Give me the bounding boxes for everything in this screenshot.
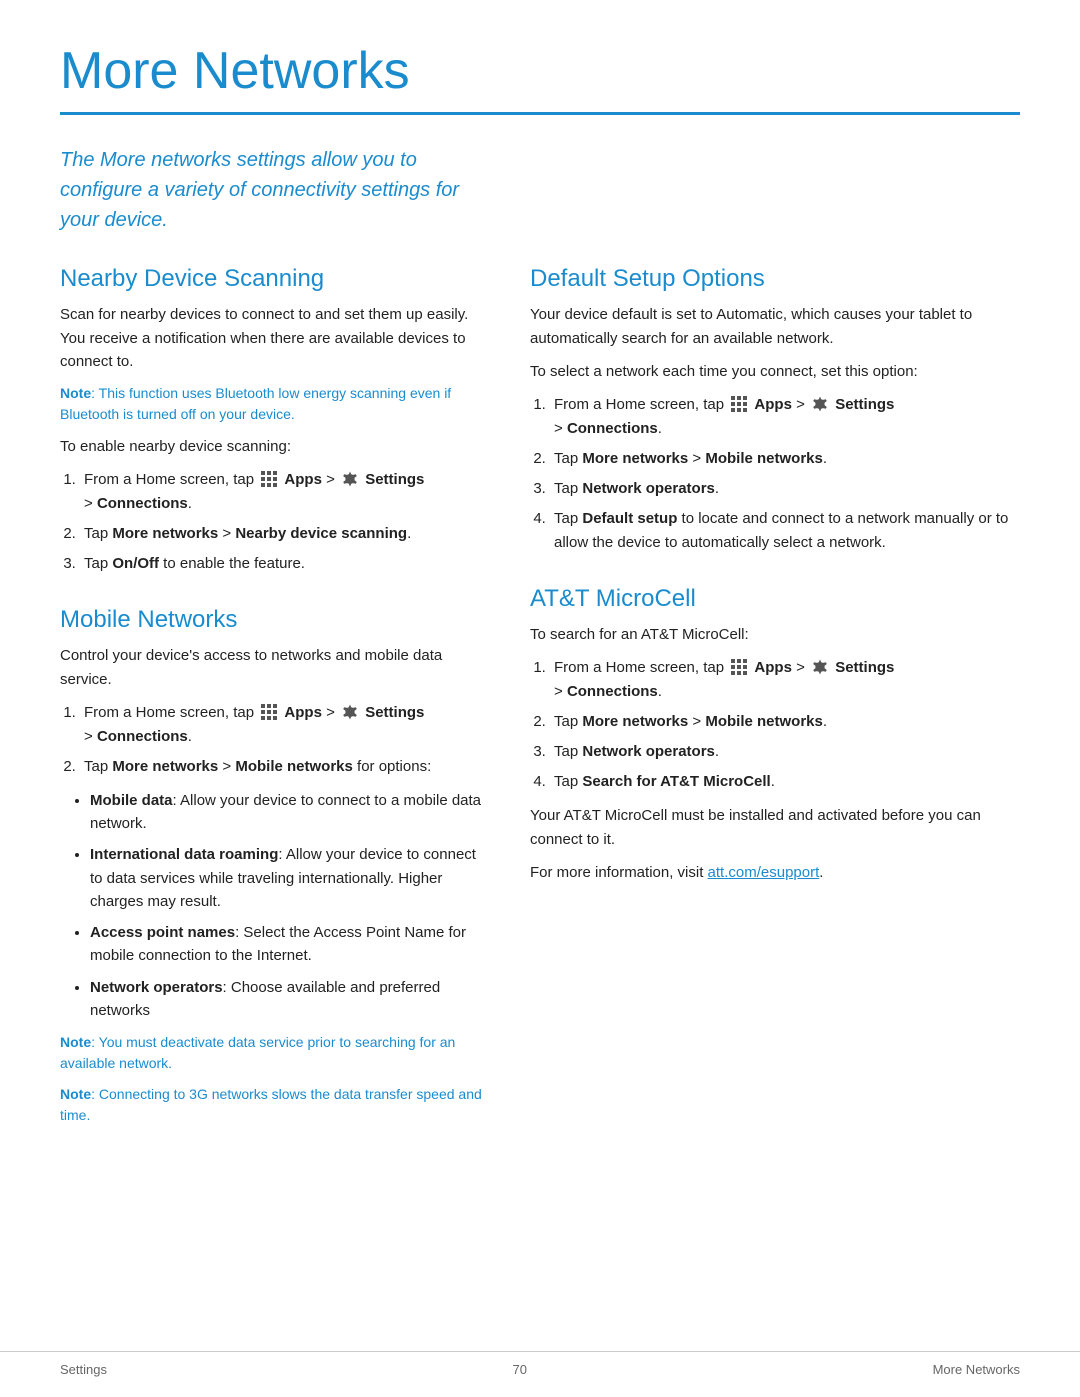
footer-center: 70: [513, 1362, 527, 1377]
nearby-note: Note: This function uses Bluetooth low e…: [60, 383, 490, 425]
section-title-nearby: Nearby Device Scanning: [60, 265, 490, 293]
settings-icon: [341, 470, 359, 488]
att-step-3: Tap Network operators.: [550, 740, 1020, 764]
att-step-2: Tap More networks > Mobile networks.: [550, 710, 1020, 734]
divider: [60, 112, 1020, 115]
mobile-bullet-list: Mobile data: Allow your device to connec…: [90, 789, 490, 1022]
mobile-data-item: Mobile data: Allow your device to connec…: [90, 789, 490, 836]
nearby-step-1: From a Home screen, tap Apps > Settings …: [80, 468, 490, 516]
default-setup-desc1: Your device default is set to Automatic,…: [530, 303, 1020, 350]
apps-label: Apps: [284, 471, 322, 488]
ds-step-1: From a Home screen, tap Apps > Settings …: [550, 393, 1020, 441]
apps-icon-4: [730, 658, 748, 676]
note-3g: Note: Connecting to 3G networks slows th…: [60, 1084, 490, 1126]
att-desc1: Your AT&T MicroCell must be installed an…: [530, 804, 1020, 851]
att-step-4: Tap Search for AT&T MicroCell.: [550, 770, 1020, 794]
ds-step-2: Tap More networks > Mobile networks.: [550, 447, 1020, 471]
ds-step-3: Tap Network operators.: [550, 477, 1020, 501]
section-title-att: AT&T MicroCell: [530, 585, 1020, 613]
left-column: Nearby Device Scanning Scan for nearby d…: [60, 265, 490, 1136]
mobile-steps-list: From a Home screen, tap Apps > Settings …: [80, 701, 490, 779]
ds-step-4: Tap Default setup to locate and connect …: [550, 507, 1020, 555]
nearby-steps-intro: To enable nearby device scanning:: [60, 435, 490, 458]
two-col-layout: Nearby Device Scanning Scan for nearby d…: [60, 265, 1020, 1136]
att-step-1: From a Home screen, tap Apps > Settings …: [550, 656, 1020, 704]
att-intro: To search for an AT&T MicroCell:: [530, 623, 1020, 646]
network-operators-item: Network operators: Choose available and …: [90, 976, 490, 1023]
settings-icon-3: [811, 395, 829, 413]
att-link[interactable]: att.com/esupport: [708, 864, 820, 881]
mobile-step-1: From a Home screen, tap Apps > Settings …: [80, 701, 490, 749]
settings-icon-4: [811, 658, 829, 676]
nearby-desc: Scan for nearby devices to connect to an…: [60, 303, 490, 373]
intl-roaming-item: International data roaming: Allow your d…: [90, 843, 490, 913]
section-title-mobile: Mobile Networks: [60, 606, 490, 634]
footer-left: Settings: [60, 1362, 107, 1377]
page-footer: Settings 70 More Networks: [0, 1351, 1080, 1377]
att-steps: From a Home screen, tap Apps > Settings …: [550, 656, 1020, 794]
default-setup-steps: From a Home screen, tap Apps > Settings …: [550, 393, 1020, 555]
nearby-step-2: Tap More networks > Nearby device scanni…: [80, 522, 490, 546]
nearby-steps-list: From a Home screen, tap Apps > Settings …: [80, 468, 490, 576]
intro-text: The More networks settings allow you to …: [60, 145, 480, 235]
note-deactivate: Note: You must deactivate data service p…: [60, 1032, 490, 1074]
apps-icon-2: [260, 703, 278, 721]
att-desc2: For more information, visit att.com/esup…: [530, 861, 1020, 884]
mobile-step-2: Tap More networks > Mobile networks for …: [80, 755, 490, 779]
right-column: Default Setup Options Your device defaul…: [530, 265, 1020, 1136]
apps-icon: [260, 470, 278, 488]
settings-icon-2: [341, 703, 359, 721]
page-container: More Networks The More networks settings…: [0, 0, 1080, 1397]
page-title: More Networks: [60, 40, 1020, 102]
nearby-step-3: Tap On/Off to enable the feature.: [80, 552, 490, 576]
settings-label: Settings: [365, 471, 424, 488]
apps-icon-3: [730, 395, 748, 413]
default-setup-desc2: To select a network each time you connec…: [530, 360, 1020, 383]
mobile-desc: Control your device's access to networks…: [60, 644, 490, 691]
footer-right: More Networks: [933, 1362, 1020, 1377]
section-title-default-setup: Default Setup Options: [530, 265, 1020, 293]
access-point-item: Access point names: Select the Access Po…: [90, 921, 490, 968]
